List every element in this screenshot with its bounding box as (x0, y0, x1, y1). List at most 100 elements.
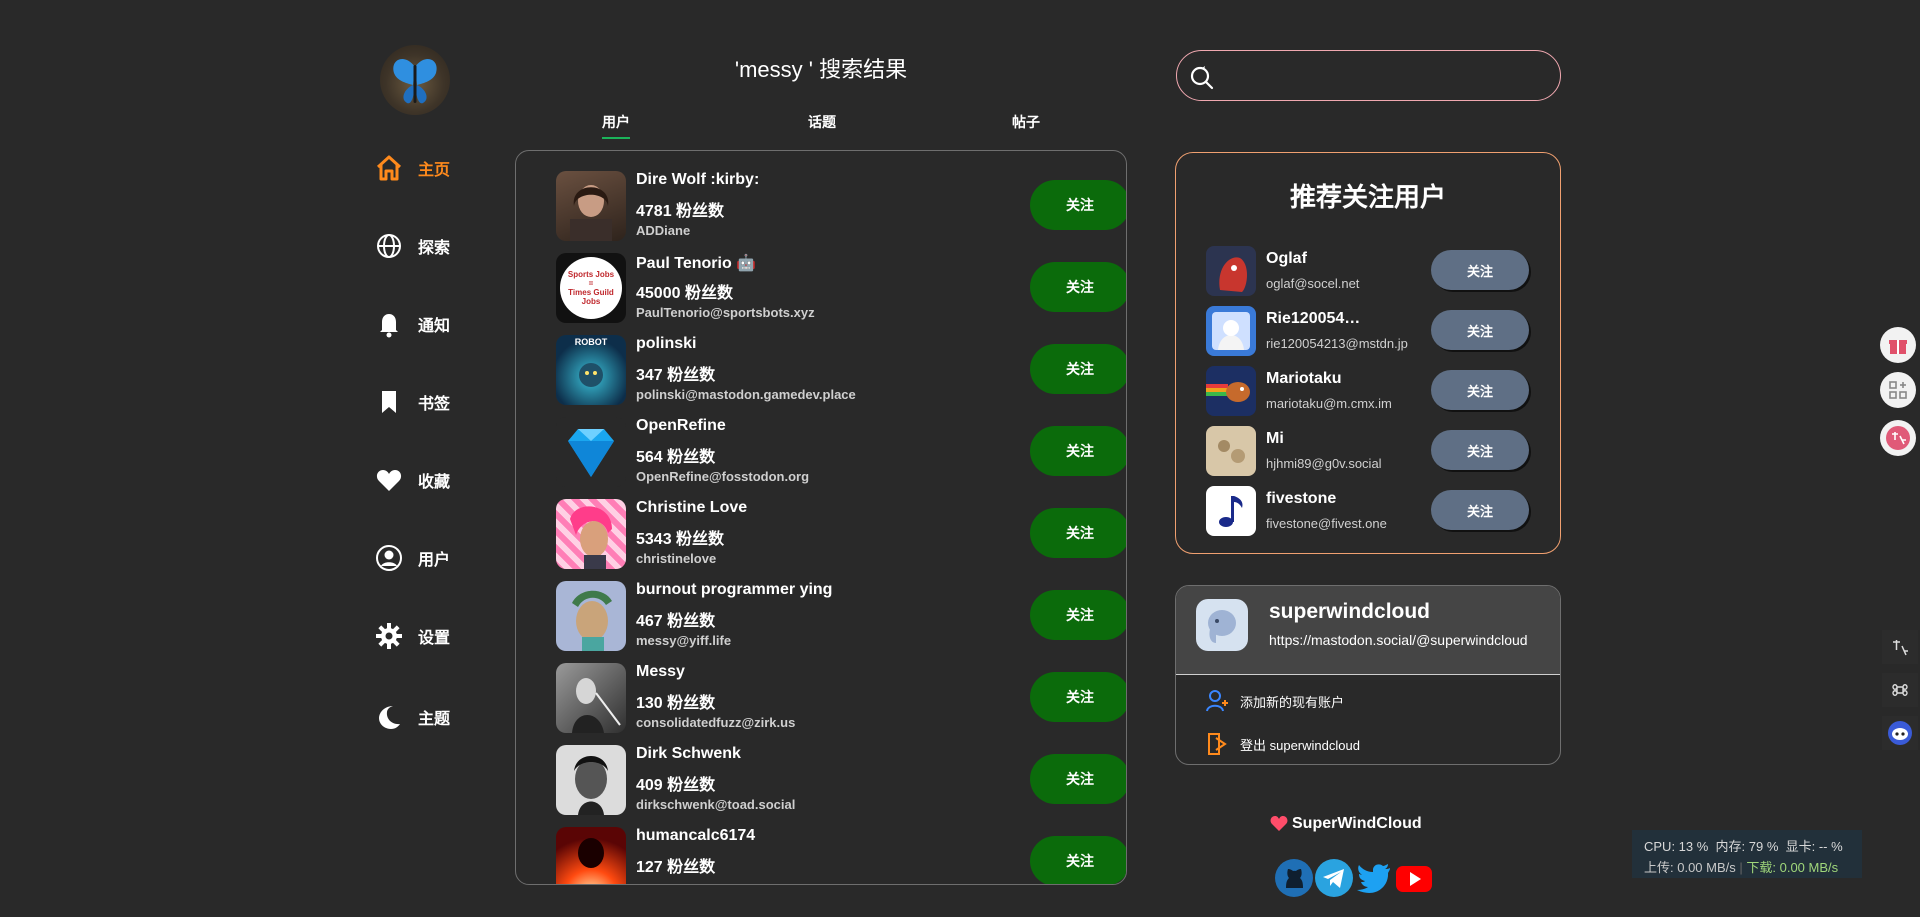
nav-item-explore[interactable]: 探索 (374, 226, 494, 266)
follow-button[interactable]: 关注 (1030, 262, 1126, 312)
list-item[interactable]: Christine Love 5343 粉丝数 christinelove 关注 (556, 495, 1126, 571)
list-item[interactable]: OpenRefine 564 粉丝数 OpenRefine@fosstodon.… (556, 413, 1126, 489)
follow-button[interactable]: 关注 (1030, 672, 1126, 722)
heart-icon (1270, 816, 1288, 831)
panel-title: 推荐关注用户 (1289, 182, 1446, 212)
logout-label: 登出 superwindcloud (1240, 737, 1360, 753)
follow-button[interactable]: 关注 (1431, 310, 1529, 350)
twitter-icon[interactable] (1354, 858, 1394, 898)
gift-icon[interactable] (1880, 327, 1916, 363)
avatar[interactable] (1206, 366, 1256, 416)
nav-item-bookmarks[interactable]: 书签 (374, 382, 494, 422)
user-name[interactable]: Paul Tenorio 🤖 (636, 253, 756, 273)
logout-button[interactable]: 登出 superwindcloud (1206, 729, 1360, 759)
user-name[interactable]: OpenRefine (636, 417, 726, 435)
translate-icon[interactable] (1880, 420, 1916, 456)
account-url[interactable]: https://mastodon.social/@superwindcloud (1269, 632, 1528, 648)
translate-tool-icon[interactable] (1882, 630, 1918, 664)
bookmark-icon (374, 387, 404, 417)
user-name[interactable]: Messy (636, 663, 685, 681)
user-name[interactable]: burnout programmer ying (636, 581, 832, 599)
avatar[interactable] (1206, 246, 1256, 296)
user-handle: christinelove (636, 551, 717, 566)
assistant-icon[interactable] (1882, 716, 1918, 750)
nav-item-favourites[interactable]: 收藏 (374, 460, 494, 500)
follow-button[interactable]: 关注 (1030, 836, 1126, 884)
avatar[interactable] (556, 499, 626, 569)
avatar-text: ROBOT (574, 337, 608, 347)
follow-button[interactable]: 关注 (1431, 250, 1529, 290)
follow-button[interactable]: 关注 (1431, 370, 1529, 410)
follow-button[interactable]: 关注 (1030, 754, 1126, 804)
avatar[interactable]: Sports Jobs = Times Guild Jobs (556, 253, 626, 323)
apps-icon[interactable] (1880, 372, 1916, 408)
avatar[interactable]: ROBOT (556, 335, 626, 405)
user-name[interactable]: Dirk Schwenk (636, 745, 741, 763)
suggested-user[interactable]: Rie120054… rie120054213@mstdn.jp 关注 (1206, 306, 1536, 358)
avatar[interactable] (1206, 426, 1256, 476)
list-item[interactable]: Dire Wolf :kirby: 4781 粉丝数 ADDiane 关注 (556, 167, 1126, 243)
tab-users[interactable]: 用户 (602, 112, 630, 139)
command-icon[interactable] (1882, 673, 1918, 707)
suggested-user[interactable]: fivestone fivestone@fivest.one 关注 (1206, 486, 1536, 538)
brand-name: SuperWindCloud (1292, 815, 1422, 832)
avatar[interactable] (556, 663, 626, 733)
nav-item-theme[interactable]: 主题 (374, 697, 494, 737)
nav-item-notifications[interactable]: 通知 (374, 304, 494, 344)
avatar[interactable] (556, 745, 626, 815)
current-account[interactable]: superwindcloud https://mastodon.social/@… (1176, 586, 1560, 675)
tab-topics[interactable]: 话题 (808, 112, 836, 132)
follow-button[interactable]: 关注 (1030, 590, 1126, 640)
github-icon[interactable] (1274, 858, 1314, 898)
add-account-button[interactable]: 添加新的现有账户 (1206, 686, 1344, 716)
user-name[interactable]: Mariotaku (1266, 370, 1342, 388)
list-item[interactable]: Dirk Schwenk 409 粉丝数 dirkschwenk@toad.so… (556, 741, 1126, 817)
user-name[interactable]: fivestone (1266, 490, 1336, 508)
avatar[interactable] (556, 581, 626, 651)
user-name[interactable]: Rie120054… (1266, 310, 1360, 328)
youtube-icon[interactable] (1394, 858, 1434, 898)
follower-count: 347 粉丝数 (636, 367, 716, 384)
suggested-user[interactable]: Mi hjhmi89@g0v.social 关注 (1206, 426, 1536, 478)
search-results-list[interactable]: Dire Wolf :kirby: 4781 粉丝数 ADDiane 关注 Sp… (515, 150, 1127, 885)
avatar[interactable] (556, 171, 626, 241)
list-item[interactable]: ROBOT polinski 347 粉丝数 polinski@mastodon… (556, 331, 1126, 407)
nav-item-settings[interactable]: 设置 (374, 616, 494, 656)
suggested-user[interactable]: Mariotaku mariotaku@m.cmx.im 关注 (1206, 366, 1536, 418)
follow-button[interactable]: 关注 (1030, 344, 1126, 394)
user-name[interactable]: Mi (1266, 430, 1284, 448)
list-item[interactable]: Messy 130 粉丝数 consolidatedfuzz@zirk.us 关… (556, 659, 1126, 735)
avatar[interactable] (1206, 306, 1256, 356)
follow-button[interactable]: 关注 (1431, 430, 1529, 470)
app-logo[interactable] (380, 45, 450, 115)
page-title: 'messy ' 搜索结果 (734, 57, 908, 82)
list-item[interactable]: Sports Jobs = Times Guild Jobs Paul Teno… (556, 249, 1126, 325)
user-name[interactable]: Dire Wolf :kirby: (636, 171, 759, 189)
list-item[interactable]: burnout programmer ying 467 粉丝数 messy@yi… (556, 577, 1126, 653)
nav-item-users[interactable]: 用户 (374, 538, 494, 578)
user-name[interactable]: Christine Love (636, 499, 747, 517)
avatar[interactable] (556, 827, 626, 884)
user-name[interactable]: humancalc6174 (636, 827, 755, 845)
nav-item-home[interactable]: 主页 (374, 148, 494, 188)
follow-button[interactable]: 关注 (1030, 180, 1126, 230)
avatar[interactable] (1206, 486, 1256, 536)
avatar[interactable] (1196, 599, 1248, 651)
gear-icon (374, 621, 404, 651)
follower-count: 5343 粉丝数 (636, 531, 725, 548)
follow-button[interactable]: 关注 (1431, 490, 1529, 530)
home-icon (374, 153, 404, 183)
user-name[interactable]: polinski (636, 335, 696, 353)
avatar[interactable] (556, 417, 626, 487)
search-input[interactable] (1217, 59, 1551, 93)
list-item[interactable]: humancalc6174 127 粉丝数 关注 (556, 823, 1126, 884)
telegram-icon[interactable] (1314, 858, 1354, 898)
avatar-text: Jobs (581, 297, 601, 306)
follow-button[interactable]: 关注 (1030, 508, 1126, 558)
search-box[interactable] (1176, 50, 1561, 101)
tab-posts[interactable]: 帖子 (1012, 112, 1040, 132)
mastodon-elephant-icon (1208, 610, 1236, 643)
follow-button[interactable]: 关注 (1030, 426, 1126, 476)
user-name[interactable]: Oglaf (1266, 250, 1307, 268)
suggested-user[interactable]: Oglaf oglaf@socel.net 关注 (1206, 246, 1536, 298)
